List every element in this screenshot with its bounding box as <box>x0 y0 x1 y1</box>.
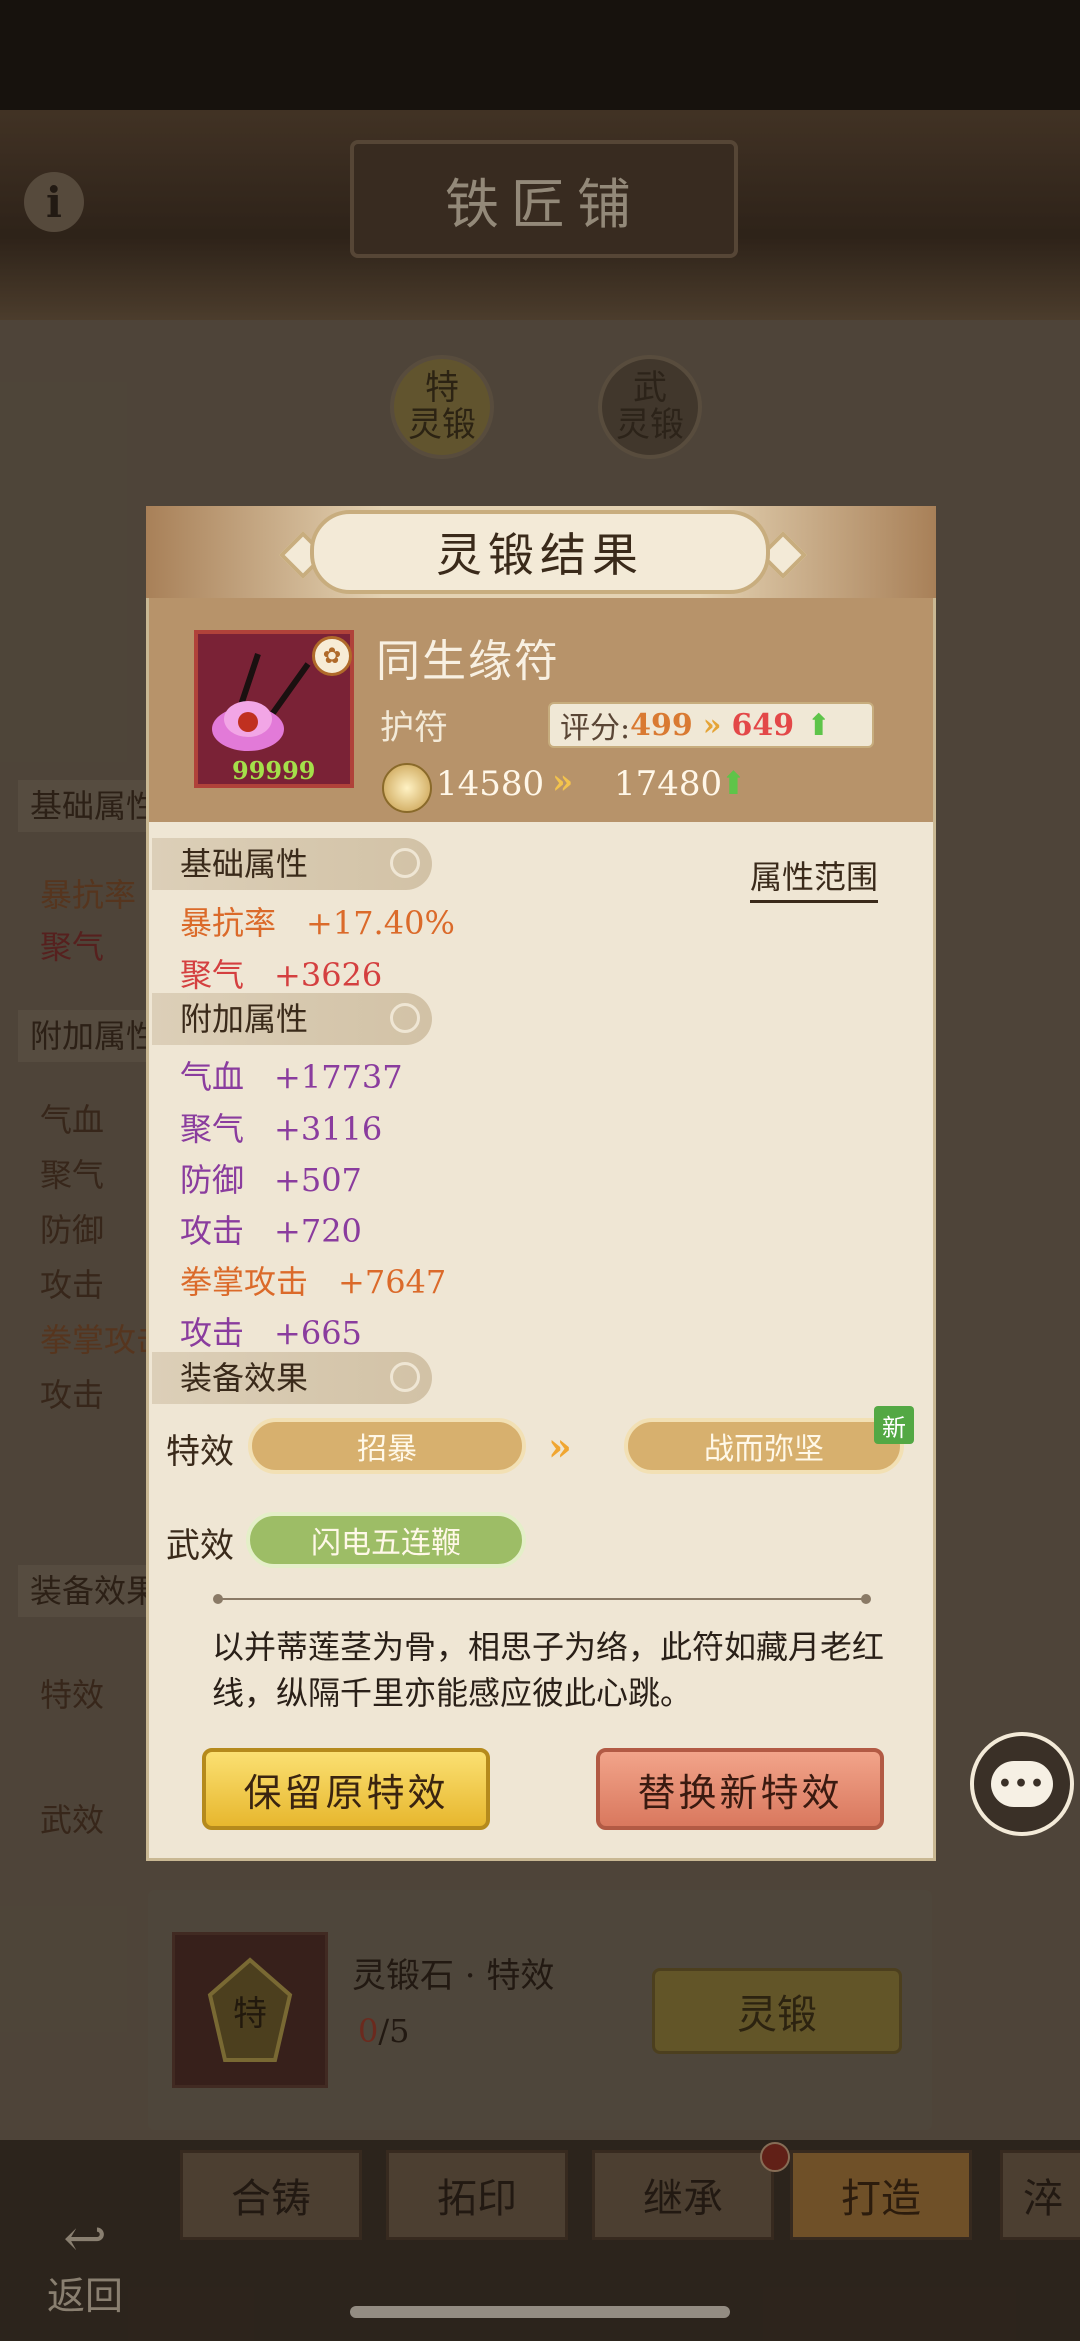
up-arrow-icon: ⬆ <box>806 707 832 743</box>
swirl-icon <box>390 1362 420 1392</box>
score-new: 649 <box>731 707 795 743</box>
section-basic-attributes: 基础属性 <box>152 838 432 890</box>
item-level: 99999 <box>232 756 316 785</box>
attribute-row: 防御 +507 <box>180 1161 362 1199</box>
swirl-icon <box>390 1003 420 1033</box>
divider-ornament <box>213 1594 223 1604</box>
attribute-row: 气血 +17737 <box>180 1058 403 1096</box>
keep-effect-button[interactable]: 保留原特效 <box>202 1748 490 1830</box>
double-arrow-icon: » <box>702 707 722 743</box>
score-box: 评分: 499 » 649 ⬆ <box>548 702 874 748</box>
double-arrow-icon: » <box>552 762 574 802</box>
special-effect-new[interactable]: 战而弥坚 <box>624 1418 904 1474</box>
new-badge: 新 <box>874 1406 914 1444</box>
section-extra-attributes: 附加属性 <box>152 993 432 1045</box>
divider-ornament <box>861 1594 871 1604</box>
chat-button[interactable]: ••• <box>970 1732 1074 1836</box>
replace-effect-button[interactable]: 替换新特效 <box>596 1748 884 1830</box>
item-name: 同生缘符 <box>376 636 560 687</box>
divider <box>218 1598 866 1600</box>
section-equipment-effects: 装备效果 <box>152 1352 432 1404</box>
attribute-row: 聚气 +3626 <box>180 956 383 994</box>
power-new: 17480 <box>614 764 723 804</box>
swirl-icon <box>390 848 420 878</box>
weapon-effect[interactable]: 闪电五连鞭 <box>246 1512 526 1568</box>
weapon-effect-label: 武效 <box>166 1526 234 1566</box>
attribute-row: 攻击 +720 <box>180 1212 362 1250</box>
combat-power-icon <box>382 763 432 813</box>
dialog-title: 灵锻结果 <box>310 510 770 594</box>
double-arrow-icon: » <box>548 1424 572 1469</box>
special-effect-old[interactable]: 招暴 <box>248 1418 526 1474</box>
power-old: 14580 <box>436 764 545 804</box>
attribute-row: 暴抗率 +17.40% <box>180 904 455 942</box>
attribute-range-link[interactable]: 属性范围 <box>750 852 879 903</box>
chat-bubble-icon: ••• <box>991 1761 1053 1807</box>
item-lore: 以并蒂莲茎为骨，相思子为络，此符如藏月老红线，纵隔千里亦能感应彼此心跳。 <box>212 1628 885 1712</box>
special-effect-label: 特效 <box>166 1432 234 1472</box>
attribute-row: 拳掌攻击 +7647 <box>180 1263 447 1301</box>
score-old: 499 <box>630 707 693 743</box>
item-quality-icon: ✿ <box>312 636 352 676</box>
up-arrow-icon: ⬆ <box>720 764 747 802</box>
attribute-row: 攻击 +665 <box>180 1314 362 1352</box>
item-type: 护符 <box>380 708 448 748</box>
score-label: 评分: <box>560 711 631 746</box>
attribute-row: 聚气 +3116 <box>180 1110 383 1148</box>
